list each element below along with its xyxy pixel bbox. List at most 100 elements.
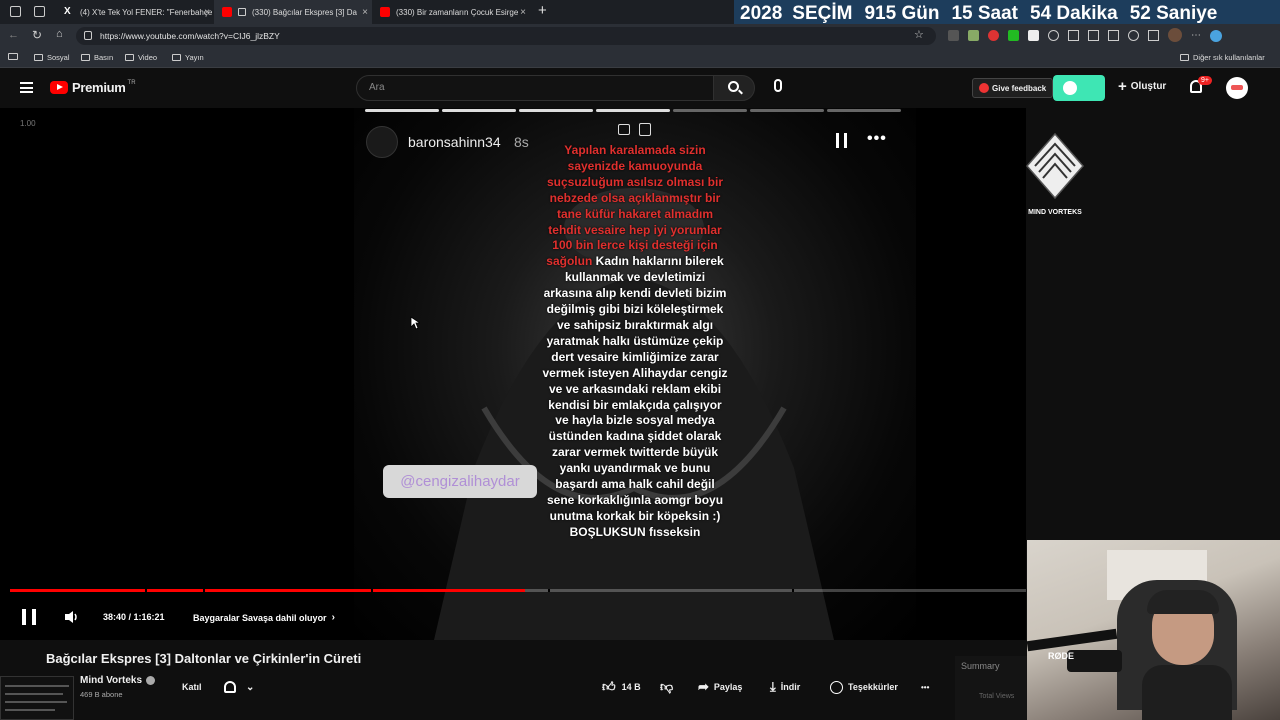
url-field[interactable]: https://www.youtube.com/watch?v=CIJ6_jlz… [76, 27, 936, 45]
lock-icon[interactable] [84, 31, 92, 40]
countdown-year: 2028 [740, 3, 783, 24]
story-progress-segment [442, 109, 516, 112]
youtube-header: Premium TR Ara Give feedback + Oluştur 9… [0, 68, 1280, 108]
folder-icon [34, 54, 43, 61]
split-screen-icon[interactable] [1068, 30, 1079, 41]
notes-icon[interactable] [639, 123, 651, 136]
verified-icon [146, 676, 156, 685]
subscription-bell-button[interactable]: ⌄ [224, 676, 254, 698]
home-icon[interactable]: ⌂ [56, 28, 63, 40]
refresh-icon[interactable]: ↻ [32, 28, 42, 42]
total-views-label: Total Views [979, 693, 1015, 700]
more-actions-button[interactable]: ••• [921, 676, 929, 698]
dislike-button[interactable]: 👎︎ [660, 676, 673, 698]
story-mention-sticker[interactable]: @cengizalihaydar [383, 465, 537, 498]
bookmark-label: Sosyal [47, 53, 70, 62]
extension-icon[interactable] [1028, 30, 1039, 41]
tab-actions-icon[interactable] [34, 6, 45, 17]
share-button[interactable]: ➦ Paylaş [698, 676, 742, 698]
tab-youtube-active[interactable]: (330) Bağcılar Ekspres [3] Da × [214, 0, 372, 24]
pip-icon[interactable] [618, 124, 630, 135]
extensions-icon[interactable] [1148, 30, 1159, 41]
story-text: Yapılan karalamada sizin sayenizde kamuo… [540, 143, 730, 541]
copilot-icon[interactable] [1210, 30, 1222, 42]
notifications-button[interactable]: 9+ [1190, 76, 1212, 93]
channel-logo: MIND VORTEKS [1020, 132, 1090, 216]
bookmark-label: Diğer sık kullanılanlar [1193, 53, 1265, 62]
story-age: 8s [514, 134, 529, 150]
close-tab-icon[interactable]: × [204, 7, 210, 18]
youtube-play-icon [50, 81, 68, 94]
more-menu-icon[interactable]: ⋯ [1191, 30, 1201, 42]
tab-title: (4) X'te Tek Yol FENER: "Fenerbahçe [80, 7, 213, 17]
chapter-button[interactable]: Baygaralar Savaşa dahil oluyor › [193, 612, 335, 623]
extension-icon[interactable] [968, 30, 979, 41]
thanks-button[interactable]: Teşekkürler [830, 676, 898, 698]
story-progress-segment [519, 109, 593, 112]
favorites-icon[interactable] [1088, 30, 1099, 41]
subscriber-count: 469 B abone [80, 690, 123, 699]
story-progress-segment [827, 109, 901, 112]
feedback-icon [979, 83, 989, 93]
time-display: 38:40 / 1:16:21 [103, 612, 165, 622]
collections-icon[interactable] [1108, 30, 1119, 41]
workspaces-icon[interactable] [10, 6, 21, 17]
speaker-icon[interactable] [238, 8, 246, 16]
give-feedback-button[interactable]: Give feedback [972, 78, 1054, 98]
microphone-brand: RØDE [1048, 651, 1075, 661]
video-progress-fill [10, 589, 525, 592]
story-avatar[interactable] [366, 126, 398, 158]
story-red-text: Yapılan karalamada sizin sayenizde kamuo… [546, 143, 724, 269]
account-avatar[interactable] [1226, 77, 1248, 99]
youtube-logo[interactable]: Premium TR [50, 80, 136, 95]
extension-icon[interactable] [988, 30, 999, 41]
thanks-label: Teşekkürler [848, 682, 898, 692]
back-icon[interactable]: ← [8, 29, 19, 41]
search-button[interactable] [713, 75, 755, 101]
bookmark-folder-basin[interactable]: Basın [81, 53, 113, 62]
create-button[interactable]: + Oluştur [1118, 79, 1166, 94]
download-button[interactable]: ⤓ İndir [770, 676, 800, 698]
new-tab-button[interactable]: + [538, 2, 547, 19]
chevron-right-icon: › [331, 612, 335, 623]
join-label: Katıl [182, 682, 202, 692]
youtube-icon [222, 7, 232, 17]
story-pause-icon[interactable] [836, 133, 847, 148]
tab-twitter[interactable]: X (4) X'te Tek Yol FENER: "Fenerbahçe × [56, 0, 214, 24]
story-more-icon[interactable]: ••• [867, 130, 887, 148]
story-username[interactable]: baronsahinn34 [408, 134, 501, 150]
channel-name-row[interactable]: Mind Vorteks [80, 675, 156, 686]
favorite-star-icon[interactable]: ☆ [914, 28, 924, 41]
extension-icon[interactable] [1048, 30, 1059, 41]
video-title: Bağcılar Ekspres [3] Daltonlar ve Çirkin… [46, 651, 362, 666]
video-progress-bar[interactable] [10, 589, 1026, 592]
close-tab-icon[interactable]: × [362, 7, 368, 18]
bookmark-folder-video[interactable]: Video [125, 53, 157, 62]
channel-logo-emblem [1026, 132, 1084, 200]
tab-title: (330) Bir zamanların Çocuk Esirge [396, 7, 519, 17]
bookmark-folder-yayin[interactable]: Yayın [172, 53, 204, 62]
close-tab-icon[interactable]: × [520, 7, 526, 18]
chapter-marker [145, 589, 148, 592]
bookmark-folder-other[interactable]: Diğer sık kullanılanlar [1180, 53, 1265, 62]
address-bar-row: ← ↻ ⌂ https://www.youtube.com/watch?v=CI… [0, 24, 1280, 48]
pause-button[interactable] [22, 609, 36, 625]
heart-icon[interactable] [1128, 30, 1139, 41]
extension-icon[interactable] [948, 30, 959, 41]
voice-search-icon[interactable] [774, 79, 782, 92]
hamburger-menu-icon[interactable] [20, 82, 33, 93]
plus-icon: + [1118, 78, 1127, 95]
volume-icon[interactable] [64, 610, 80, 626]
thanks-icon [830, 680, 843, 694]
tab-youtube[interactable]: (330) Bir zamanların Çocuk Esirge × [372, 0, 530, 24]
extension-icon[interactable] [1008, 30, 1019, 41]
channel-name[interactable]: Mind Vorteks [80, 675, 142, 686]
search-input[interactable]: Ara [356, 75, 714, 101]
import-favorites-icon[interactable] [8, 53, 18, 60]
join-button[interactable]: Katıl [182, 676, 202, 698]
bookmark-folder-sosyal[interactable]: Sosyal [34, 53, 70, 62]
extension-toggle[interactable] [1053, 75, 1105, 101]
like-button[interactable]: 👍︎ 14 B [602, 676, 641, 698]
profile-avatar[interactable] [1168, 28, 1182, 42]
logo-text: Premium [72, 80, 126, 95]
